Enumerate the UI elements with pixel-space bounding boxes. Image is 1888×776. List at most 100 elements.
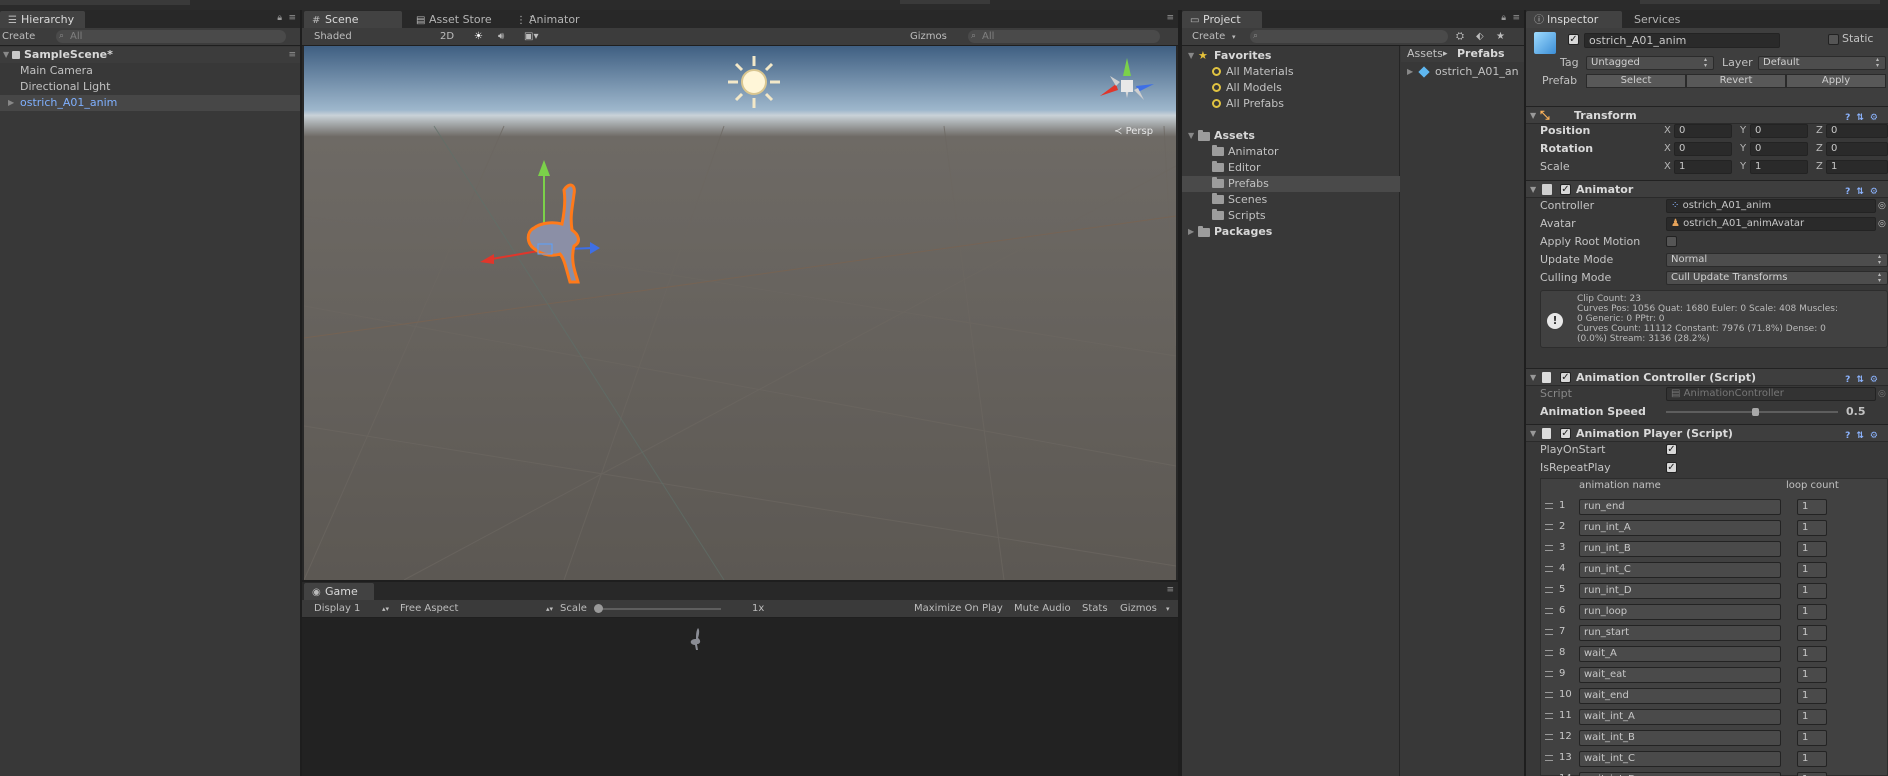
projection-label[interactable]: ≺ Persp	[1114, 126, 1153, 137]
animator-header[interactable]: ▼ ✓ Animator ?⇅⚙	[1526, 180, 1888, 198]
panel-menu-icon[interactable]: ≡	[288, 13, 296, 23]
effects-dropdown-icon[interactable]: ▣▾	[524, 30, 538, 44]
drag-handle-icon[interactable]	[1545, 734, 1553, 740]
hierarchy-search-input[interactable]: All	[56, 30, 286, 43]
loop-count-field[interactable]: 1	[1797, 688, 1827, 704]
animation-name-field[interactable]: wait_eat	[1579, 667, 1781, 683]
folder-prefabs[interactable]: Prefabs	[1182, 176, 1400, 192]
animation-name-field[interactable]: run_loop	[1579, 604, 1781, 620]
display-dropdown[interactable]: Display 1	[314, 602, 360, 616]
object-picker-icon[interactable]: ◎	[1878, 216, 1886, 232]
animation-speed-slider-thumb[interactable]	[1752, 408, 1759, 416]
drag-handle-icon[interactable]	[1545, 629, 1553, 635]
lock-icon[interactable]: 🔒︎	[277, 13, 282, 23]
shading-mode-dropdown[interactable]: Shaded	[314, 30, 434, 44]
apply-root-motion-checkbox[interactable]	[1666, 236, 1677, 247]
drag-handle-icon[interactable]	[1545, 608, 1553, 614]
expand-right-icon[interactable]: ▶	[1407, 64, 1413, 80]
tool-buttons[interactable]	[0, 0, 190, 5]
foldout-icon[interactable]: ▼	[1530, 107, 1536, 124]
favorite-all-models[interactable]: All Models	[1212, 80, 1282, 96]
position-y-field[interactable]: 0	[1750, 124, 1808, 138]
loop-count-field[interactable]: 1	[1797, 730, 1827, 746]
drag-handle-icon[interactable]	[1545, 671, 1553, 677]
expand-right-icon[interactable]: ▶	[8, 95, 14, 111]
object-picker-icon[interactable]: ◎	[1878, 198, 1886, 214]
expand-down-icon[interactable]: ▼	[1188, 48, 1194, 64]
transform-header[interactable]: ▼ ⤡ Transform ?⇅⚙	[1526, 106, 1888, 124]
animation-name-field[interactable]: wait_int_D	[1579, 772, 1781, 776]
scale-slider[interactable]	[594, 604, 721, 613]
loop-count-field[interactable]: 1	[1797, 541, 1827, 557]
prefab-revert-button[interactable]: Revert	[1686, 74, 1786, 88]
drag-handle-icon[interactable]	[1545, 587, 1553, 593]
rotation-y-field[interactable]: 0	[1750, 142, 1808, 156]
folder-scripts[interactable]: Scripts	[1212, 208, 1266, 224]
breadcrumb-assets[interactable]: Assets	[1407, 46, 1443, 62]
animation-name-field[interactable]: run_int_D	[1579, 583, 1781, 599]
position-x-field[interactable]: 0	[1674, 124, 1732, 138]
foldout-icon[interactable]: ▼	[1530, 425, 1536, 442]
scale-z-field[interactable]: 1	[1826, 160, 1888, 174]
tag-dropdown[interactable]: Untagged	[1586, 56, 1714, 70]
filter-by-label-icon[interactable]: ⬖	[1476, 30, 1484, 44]
animation-player-header[interactable]: ▼ ✓ Animation Player (Script) ?⇅⚙	[1526, 424, 1888, 442]
gizmos-toggle[interactable]: Gizmos	[1120, 602, 1157, 616]
create-dropdown[interactable]: Create	[1192, 30, 1225, 44]
layer-dropdown[interactable]: Default	[1758, 56, 1886, 70]
favorite-all-materials[interactable]: All Materials	[1212, 64, 1294, 80]
assets-header[interactable]: ▼ Assets	[1182, 128, 1400, 144]
play-controls[interactable]	[900, 0, 990, 4]
drag-handle-icon[interactable]	[1545, 713, 1553, 719]
drag-handle-icon[interactable]	[1545, 524, 1553, 530]
favorite-star-icon[interactable]: ★	[1496, 30, 1505, 44]
play-on-start-checkbox[interactable]: ✓	[1666, 444, 1677, 455]
animation-name-field[interactable]: wait_A	[1579, 646, 1781, 662]
aspect-dropdown[interactable]: Free Aspect	[400, 602, 458, 616]
drag-handle-icon[interactable]	[1545, 692, 1553, 698]
directional-light-sun-icon[interactable]	[726, 54, 782, 110]
animation-name-field[interactable]: run_int_B	[1579, 541, 1781, 557]
update-mode-dropdown[interactable]: Normal	[1666, 253, 1888, 267]
drag-handle-icon[interactable]	[1545, 650, 1553, 656]
gizmos-dropdown[interactable]: Gizmos	[910, 30, 947, 44]
favorites-header[interactable]: ▼ ★ Favorites	[1182, 48, 1400, 64]
position-z-field[interactable]: 0	[1826, 124, 1888, 138]
controller-object-field[interactable]: ⁘ ostrich_A01_anim	[1666, 199, 1876, 213]
folder-animator[interactable]: Animator	[1212, 144, 1279, 160]
static-checkbox[interactable]	[1828, 34, 1839, 45]
drag-handle-icon[interactable]	[1545, 755, 1553, 761]
loop-count-field[interactable]: 1	[1797, 604, 1827, 620]
tab-scene[interactable]: # Scene	[304, 11, 402, 28]
drag-handle-icon[interactable]	[1545, 545, 1553, 551]
prefab-select-button[interactable]: Select	[1586, 74, 1686, 88]
culling-mode-dropdown[interactable]: Cull Update Transforms	[1666, 271, 1888, 285]
scale-slider-thumb[interactable]	[594, 604, 603, 613]
scene-menu-icon[interactable]: ≡	[288, 47, 296, 63]
loop-count-field[interactable]: 1	[1797, 562, 1827, 578]
panel-menu-icon[interactable]: ≡	[1166, 585, 1174, 595]
loop-count-field[interactable]: 1	[1797, 709, 1827, 725]
toggle-2d-button[interactable]: 2D	[440, 30, 454, 44]
foldout-icon[interactable]: ▼	[1530, 181, 1536, 198]
scale-y-field[interactable]: 1	[1750, 160, 1808, 174]
filter-by-type-icon[interactable]: ⛭	[1456, 30, 1464, 44]
scene-search-input[interactable]: All	[968, 30, 1160, 43]
tab-services[interactable]: Services	[1626, 11, 1706, 28]
foldout-icon[interactable]: ▼	[1530, 369, 1536, 386]
folder-scenes[interactable]: Scenes	[1212, 192, 1267, 208]
audio-toggle-icon[interactable]: 🔊︎	[498, 30, 504, 44]
hierarchy-item-main-camera[interactable]: Main Camera	[20, 63, 93, 79]
mute-audio-toggle[interactable]: Mute Audio	[1014, 602, 1071, 616]
prefab-apply-button[interactable]: Apply	[1786, 74, 1886, 88]
animation-speed-slider[interactable]	[1666, 408, 1838, 416]
animation-player-enabled-checkbox[interactable]: ✓	[1560, 428, 1571, 439]
favorite-all-prefabs[interactable]: All Prefabs	[1212, 96, 1284, 112]
panel-menu-icon[interactable]: ≡	[1512, 13, 1520, 23]
object-name-field[interactable]: ostrich_A01_anim	[1584, 33, 1780, 48]
create-dropdown[interactable]: Create	[2, 30, 35, 44]
animator-enabled-checkbox[interactable]: ✓	[1560, 184, 1571, 195]
scale-x-field[interactable]: 1	[1674, 160, 1732, 174]
ostrich-model[interactable]	[474, 150, 614, 290]
loop-count-field[interactable]: 1	[1797, 520, 1827, 536]
